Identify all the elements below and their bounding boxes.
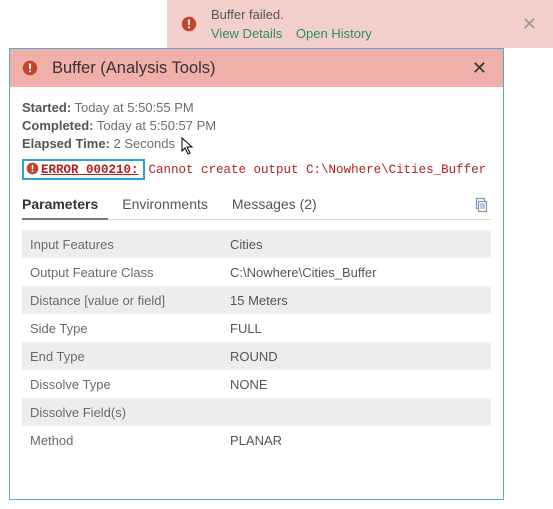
- error-icon: [181, 16, 197, 32]
- param-key: Input Features: [22, 230, 222, 258]
- param-value: FULL: [222, 314, 491, 342]
- started-value: Today at 5:50:55 PM: [75, 100, 194, 115]
- notification-title: Buffer failed.: [211, 6, 516, 24]
- tab-bar: Parameters Environments Messages (2): [22, 190, 491, 220]
- completed-label: Completed:: [22, 118, 94, 133]
- panel-header: Buffer (Analysis Tools) ✕: [10, 49, 503, 87]
- param-key: Dissolve Type: [22, 370, 222, 398]
- param-key: Dissolve Field(s): [22, 398, 222, 426]
- table-row: Dissolve TypeNONE: [22, 370, 491, 398]
- notification-close-button[interactable]: ✕: [516, 10, 543, 39]
- table-row: Side TypeFULL: [22, 314, 491, 342]
- tab-messages[interactable]: Messages (2): [232, 190, 327, 220]
- error-icon: [26, 162, 39, 175]
- table-row: Output Feature ClassC:\Nowhere\Cities_Bu…: [22, 258, 491, 286]
- started-line: Started: Today at 5:50:55 PM: [22, 100, 491, 115]
- error-code-text: ERROR 000210:: [41, 163, 139, 177]
- param-key: Side Type: [22, 314, 222, 342]
- table-row: Distance [value or field]15 Meters: [22, 286, 491, 314]
- result-panel: Buffer (Analysis Tools) ✕ Started: Today…: [9, 48, 504, 500]
- param-value: C:\Nowhere\Cities_Buffer: [222, 258, 491, 286]
- tab-environments[interactable]: Environments: [122, 190, 218, 220]
- param-value: 15 Meters: [222, 286, 491, 314]
- param-value: PLANAR: [222, 426, 491, 454]
- started-label: Started:: [22, 100, 71, 115]
- param-key: Method: [22, 426, 222, 454]
- table-row: Input FeaturesCities: [22, 230, 491, 258]
- tab-parameters[interactable]: Parameters: [22, 190, 108, 220]
- error-code-link[interactable]: ERROR 000210:: [22, 159, 145, 180]
- error-message: Cannot create output C:\Nowhere\Cities_B…: [149, 163, 487, 177]
- table-row: Dissolve Field(s): [22, 398, 491, 426]
- param-key: Distance [value or field]: [22, 286, 222, 314]
- param-key: End Type: [22, 342, 222, 370]
- table-row: MethodPLANAR: [22, 426, 491, 454]
- copy-icon[interactable]: [473, 197, 489, 213]
- error-line: ERROR 000210: Cannot create output C:\No…: [22, 159, 491, 180]
- parameters-table: Input FeaturesCitiesOutput Feature Class…: [22, 230, 491, 454]
- panel-close-button[interactable]: ✕: [466, 56, 493, 81]
- view-details-link[interactable]: View Details: [211, 26, 282, 41]
- table-row: End TypeROUND: [22, 342, 491, 370]
- notification-banner: Buffer failed. View Details Open History…: [167, 0, 553, 48]
- open-history-link[interactable]: Open History: [296, 26, 372, 41]
- error-icon: [22, 60, 38, 76]
- param-value: ROUND: [222, 342, 491, 370]
- param-value: Cities: [222, 230, 491, 258]
- param-value: NONE: [222, 370, 491, 398]
- completed-line: Completed: Today at 5:50:57 PM: [22, 118, 491, 133]
- elapsed-label: Elapsed Time:: [22, 136, 110, 151]
- completed-value: Today at 5:50:57 PM: [97, 118, 216, 133]
- panel-title: Buffer (Analysis Tools): [52, 59, 466, 78]
- elapsed-value: 2 Seconds: [114, 136, 175, 151]
- param-value: [222, 398, 491, 426]
- elapsed-line: Elapsed Time: 2 Seconds: [22, 136, 491, 151]
- param-key: Output Feature Class: [22, 258, 222, 286]
